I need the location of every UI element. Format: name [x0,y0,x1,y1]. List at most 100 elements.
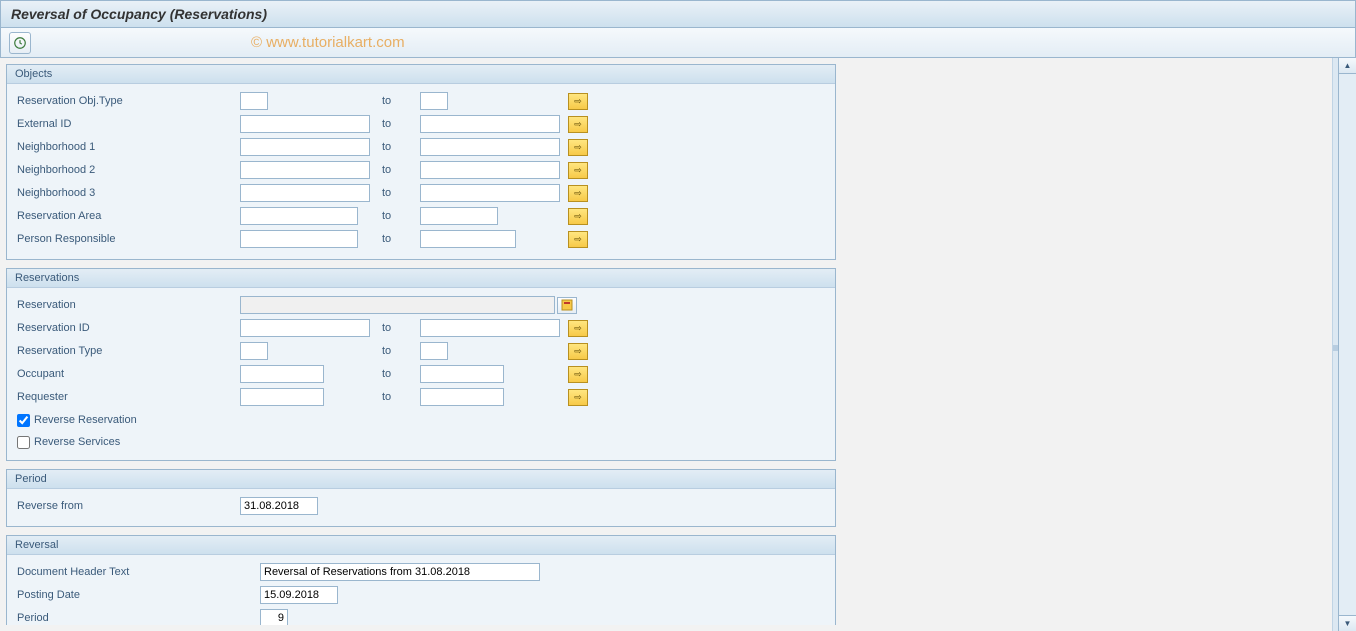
input-posting-date[interactable] [260,586,338,604]
to-label: to [382,141,420,153]
label-occupant: Occupant [15,368,240,380]
watermark-text: © www.tutorialkart.com [251,34,405,51]
group-period: Period Reverse from [6,469,836,527]
input-res-area-to[interactable] [420,207,498,225]
input-requester-from[interactable] [240,388,324,406]
multi-select-res-obj-type[interactable]: ⇨ [568,93,588,110]
label-neigh3: Neighborhood 3 [15,187,240,199]
page-title: Reversal of Occupancy (Reservations) [11,6,267,22]
multi-select-neigh3[interactable]: ⇨ [568,185,588,202]
input-reverse-from[interactable] [240,497,318,515]
arrow-right-icon: ⇨ [574,392,582,403]
toolbar: © www.tutorialkart.com [0,28,1356,58]
group-reversal: Reversal Document Header Text Posting Da… [6,535,836,625]
label-res-area: Reservation Area [15,210,240,222]
group-period-header: Period [7,470,835,489]
input-res-obj-type-from[interactable] [240,92,268,110]
arrow-right-icon: ⇨ [574,119,582,130]
checkbox-reverse-reservation[interactable] [17,414,30,427]
input-neigh2-from[interactable] [240,161,370,179]
label-reverse-reservation: Reverse Reservation [34,414,137,426]
input-res-type-from[interactable] [240,342,268,360]
vertical-scrollbar[interactable]: ▲ ▼ [1338,58,1356,631]
chevron-down-icon: ▼ [1344,619,1352,628]
scroll-area[interactable]: Objects Reservation Obj.Type to ⇨ Extern… [6,64,1336,625]
group-objects: Objects Reservation Obj.Type to ⇨ Extern… [6,64,836,260]
multi-select-neigh1[interactable]: ⇨ [568,139,588,156]
to-label: to [382,187,420,199]
input-neigh3-to[interactable] [420,184,560,202]
to-label: to [382,118,420,130]
to-label: to [382,345,420,357]
group-reversal-header: Reversal [7,536,835,555]
to-label: to [382,95,420,107]
multi-select-res-area[interactable]: ⇨ [568,208,588,225]
input-neigh1-to[interactable] [420,138,560,156]
to-label: to [382,368,420,380]
input-doc-header[interactable] [260,563,540,581]
input-res-type-to[interactable] [420,342,448,360]
group-reservations-header: Reservations [7,269,835,288]
label-res-id: Reservation ID [15,322,240,334]
to-label: to [382,322,420,334]
lookup-reservation-button[interactable] [557,297,577,314]
group-objects-header: Objects [7,65,835,84]
label-posting-date: Posting Date [15,589,260,601]
arrow-right-icon: ⇨ [574,142,582,153]
multi-select-external-id[interactable]: ⇨ [568,116,588,133]
multi-select-res-id[interactable]: ⇨ [568,320,588,337]
input-neigh2-to[interactable] [420,161,560,179]
input-res-obj-type-to[interactable] [420,92,448,110]
arrow-right-icon: ⇨ [574,346,582,357]
label-doc-header: Document Header Text [15,566,260,578]
to-label: to [382,210,420,222]
label-requester: Requester [15,391,240,403]
clock-execute-icon [13,36,27,50]
input-period[interactable] [260,609,288,625]
input-res-id-to[interactable] [420,319,560,337]
multi-select-neigh2[interactable]: ⇨ [568,162,588,179]
input-occupant-to[interactable] [420,365,504,383]
multi-select-person-resp[interactable]: ⇨ [568,231,588,248]
checkbox-reverse-services[interactable] [17,436,30,449]
label-res-obj-type: Reservation Obj.Type [15,95,240,107]
label-external-id: External ID [15,118,240,130]
input-neigh1-from[interactable] [240,138,370,156]
input-neigh3-from[interactable] [240,184,370,202]
title-bar: Reversal of Occupancy (Reservations) [0,0,1356,28]
input-occupant-from[interactable] [240,365,324,383]
multi-select-occupant[interactable]: ⇨ [568,366,588,383]
label-reverse-services: Reverse Services [34,436,120,448]
arrow-right-icon: ⇨ [574,234,582,245]
arrow-right-icon: ⇨ [574,165,582,176]
input-res-area-from[interactable] [240,207,358,225]
arrow-right-icon: ⇨ [574,188,582,199]
to-label: to [382,391,420,403]
input-res-id-from[interactable] [240,319,370,337]
content-area: Objects Reservation Obj.Type to ⇨ Extern… [0,58,1356,631]
input-external-id-from[interactable] [240,115,370,133]
label-neigh1: Neighborhood 1 [15,141,240,153]
arrow-right-icon: ⇨ [574,323,582,334]
label-person-resp: Person Responsible [15,233,240,245]
chevron-up-icon: ▲ [1344,61,1352,70]
label-neigh2: Neighborhood 2 [15,164,240,176]
multi-select-requester[interactable]: ⇨ [568,389,588,406]
input-requester-to[interactable] [420,388,504,406]
label-period-val: Period [15,612,260,624]
arrow-right-icon: ⇨ [574,211,582,222]
input-person-resp-to[interactable] [420,230,516,248]
input-external-id-to[interactable] [420,115,560,133]
scroll-up-button[interactable]: ▲ [1339,58,1356,74]
execute-button[interactable] [9,32,31,54]
label-res-type: Reservation Type [15,345,240,357]
multi-select-res-type[interactable]: ⇨ [568,343,588,360]
input-person-resp-from[interactable] [240,230,358,248]
input-reservation[interactable] [240,296,555,314]
group-reservations: Reservations Reservation Reservation ID … [6,268,836,461]
to-label: to [382,233,420,245]
label-reverse-from: Reverse from [15,500,240,512]
scroll-down-button[interactable]: ▼ [1339,615,1356,631]
label-reservation: Reservation [15,299,240,311]
arrow-right-icon: ⇨ [574,96,582,107]
